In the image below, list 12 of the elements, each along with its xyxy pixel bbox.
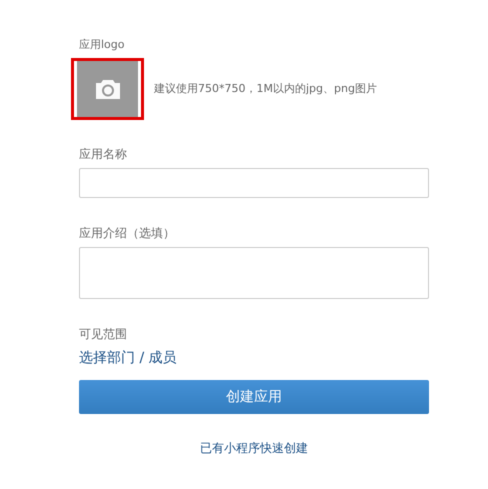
logo-hint: 建议使用750*750，1M以内的jpg、png图片: [154, 80, 377, 97]
create-app-button[interactable]: 创建应用: [79, 380, 429, 414]
visibility-label: 可见范围: [79, 326, 128, 343]
name-label: 应用名称: [79, 146, 128, 163]
logo-label: 应用logo: [79, 37, 126, 53]
camera-icon: [94, 78, 122, 100]
intro-textarea[interactable]: [79, 247, 429, 299]
name-input[interactable]: [79, 168, 429, 198]
intro-label: 应用介绍（选填）: [79, 225, 176, 242]
quick-create-link[interactable]: 已有小程序快速创建: [200, 439, 308, 457]
select-members-link[interactable]: 选择部门 / 成员: [79, 348, 177, 368]
logo-upload[interactable]: [71, 58, 144, 120]
